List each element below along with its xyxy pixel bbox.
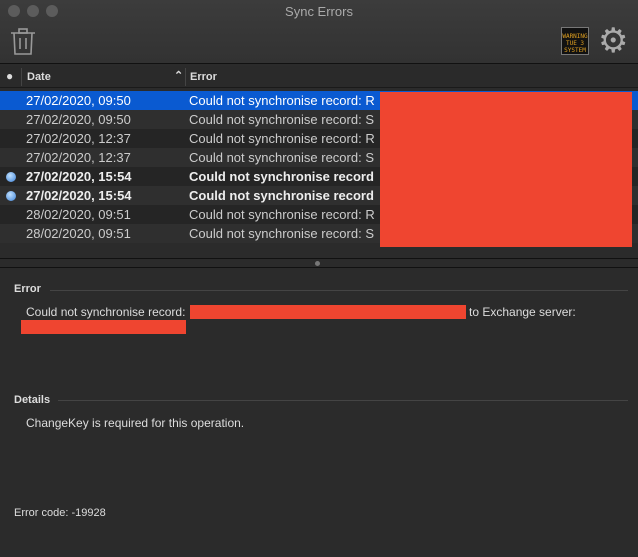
warning-log-icon[interactable]: WARNING TUE 3 SYSTEM	[561, 27, 589, 55]
error-code: Error code: -19928	[14, 507, 106, 519]
row-date: 28/02/2020, 09:51	[26, 207, 131, 222]
row-date: 27/02/2020, 09:50	[26, 112, 131, 127]
unread-dot-icon	[6, 191, 16, 201]
unread-dot-icon	[6, 172, 16, 182]
gear-icon[interactable]: ⚙	[598, 24, 628, 58]
split-view-divider[interactable]	[0, 258, 638, 268]
row-error: Could not synchronise record: S	[189, 226, 374, 241]
row-date: 27/02/2020, 12:37	[26, 150, 131, 165]
row-error: Could not synchronise record: R	[189, 207, 375, 222]
row-date: 27/02/2020, 15:54	[26, 169, 132, 184]
error-heading: Error	[14, 283, 41, 295]
date-column-header[interactable]: Date	[27, 71, 51, 83]
row-date: 27/02/2020, 09:50	[26, 93, 131, 108]
table-header: ● Date ⌃ Error	[0, 66, 638, 88]
row-error: Could not synchronise record	[189, 169, 374, 184]
error-message-prefix: Could not synchronise record:	[26, 305, 186, 319]
row-date: 27/02/2020, 12:37	[26, 131, 131, 146]
redaction	[190, 305, 466, 319]
trash-icon[interactable]	[10, 28, 36, 56]
details-text: ChangeKey is required for this operation…	[26, 416, 245, 430]
row-error: Could not synchronise record: R	[189, 131, 375, 146]
redaction	[380, 92, 632, 247]
error-column-header[interactable]: Error	[190, 71, 217, 83]
title-bar: Sync Errors WARNING TUE 3 SYSTEM ⚙	[0, 0, 638, 64]
row-date: 27/02/2020, 15:54	[26, 188, 132, 203]
row-error: Could not synchronise record: S	[189, 112, 374, 127]
row-error: Could not synchronise record	[189, 188, 374, 203]
row-error: Could not synchronise record: S	[189, 150, 374, 165]
redaction	[21, 320, 186, 334]
error-message-mid: to Exchange server:	[469, 305, 576, 319]
window-title: Sync Errors	[285, 4, 353, 19]
row-error: Could not synchronise record: R	[189, 93, 375, 108]
unread-column-header[interactable]: ●	[6, 69, 13, 83]
row-date: 28/02/2020, 09:51	[26, 226, 131, 241]
sort-ascending-icon: ⌃	[174, 70, 184, 82]
details-heading: Details	[14, 394, 51, 406]
